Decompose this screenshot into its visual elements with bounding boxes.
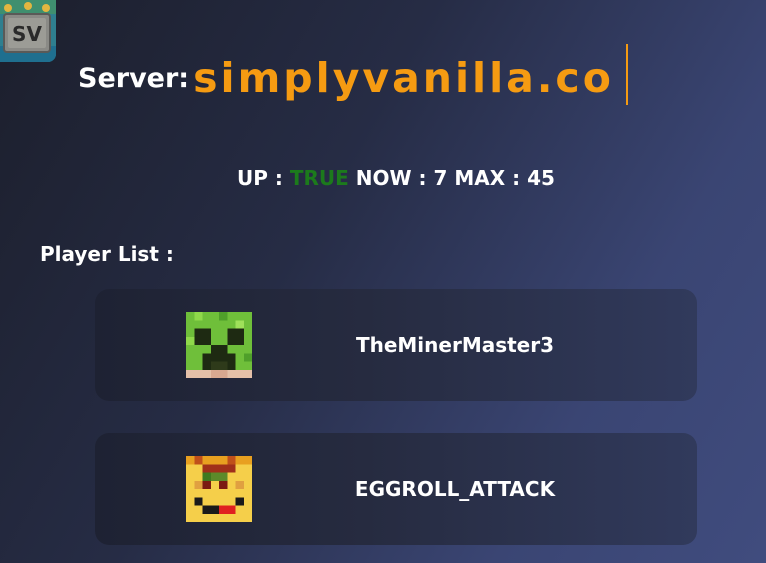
player-list-heading: Player List : <box>40 242 174 266</box>
player-name: EGGROLL_ATTACK <box>354 477 556 501</box>
player-avatar <box>186 312 252 378</box>
server-row: Server: <box>78 50 644 106</box>
server-logo-text: SV <box>12 22 42 46</box>
status-now-value: 7 <box>433 166 448 190</box>
server-status: UP : TRUE NOW : 7 MAX : 45 <box>0 166 766 190</box>
server-logo: SV <box>0 0 56 62</box>
pixel-face-icon <box>186 456 252 522</box>
status-up-value: TRUE <box>289 166 349 190</box>
player-card: EGGROLL_ATTACK <box>95 433 697 545</box>
server-address-input[interactable] <box>193 50 644 106</box>
status-up-label: UP : <box>237 166 283 190</box>
status-now-label: NOW : <box>355 166 427 190</box>
player-avatar <box>186 456 252 522</box>
player-card: TheMinerMaster3 <box>95 289 697 401</box>
player-name: TheMinerMaster3 <box>355 333 555 357</box>
creeper-face-icon <box>186 312 252 378</box>
text-caret <box>626 44 628 105</box>
server-logo-icon: SV <box>0 0 56 62</box>
server-label: Server: <box>78 62 190 94</box>
status-max-label: MAX : <box>454 166 521 190</box>
status-max-value: 45 <box>527 166 555 190</box>
